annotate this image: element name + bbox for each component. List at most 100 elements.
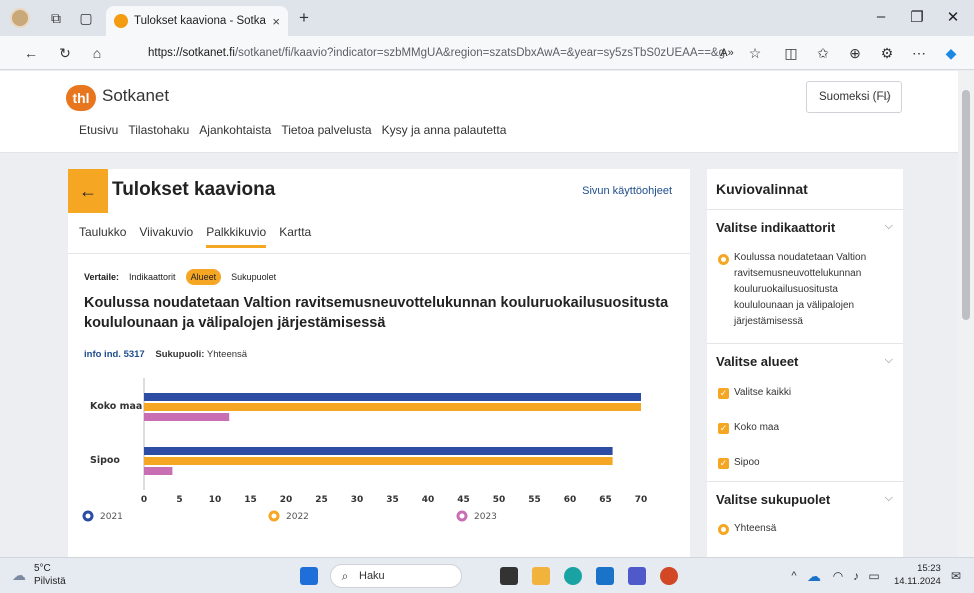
notification-icon[interactable]: ✉ (948, 566, 964, 586)
new-tab-button[interactable]: + (294, 8, 314, 28)
favorites-icon[interactable]: ✩ (812, 43, 834, 63)
wifi-icon[interactable]: ◠ (830, 566, 846, 586)
favorite-star-icon[interactable]: ☆ (744, 43, 766, 63)
windows-start-icon[interactable] (300, 567, 318, 585)
show-hidden-icons[interactable]: ^ (786, 566, 802, 586)
chevron-down-icon[interactable]: ⌵ (885, 220, 893, 233)
weather-temp: 5°C (34, 563, 51, 574)
tab-actions-icon[interactable]: ▢ (76, 8, 96, 28)
indicator-radio[interactable] (718, 254, 729, 265)
chevron-down-icon[interactable]: ⌵ (885, 354, 893, 367)
regions-head[interactable]: Valitse alueet (716, 354, 798, 369)
x-tick-label: 60 (564, 495, 577, 505)
tabs-divider (68, 253, 690, 254)
search-icon: ⌕ (341, 569, 349, 583)
weather-widget[interactable]: 5°C Pilvistä (34, 562, 66, 588)
more-menu-icon[interactable]: ⋯ (908, 43, 930, 63)
sipoo-checkbox[interactable]: ✓ (718, 458, 729, 469)
windows-taskbar: ☁ 5°C Pilvistä Haku ⌕ ^ ☁ ◠ ♪ ▭ 15:23 14… (0, 557, 974, 593)
compare-label: Vertaile: (84, 272, 120, 282)
compare-sukupuolet[interactable]: Sukupuolet (231, 272, 276, 282)
site-header: thl Sotkanet Suomeksi (FI) ⌵ Etusivu Til… (0, 71, 958, 153)
onedrive-icon[interactable]: ☁ (806, 566, 822, 586)
tab-viivakuvio[interactable]: Viivakuvio (139, 225, 193, 248)
view-tabs: Taulukko Viivakuvio Palkkikuvio Kartta (79, 225, 311, 248)
compare-indikaattorit[interactable]: Indikaattorit (129, 272, 176, 282)
url-field[interactable]: https://sotkanet.fi/sotkanet/fi/kaavio?i… (124, 41, 728, 65)
battery-icon[interactable]: ▭ (866, 566, 882, 586)
nav-kysy-palautetta[interactable]: Kysy ja anna palautetta (382, 123, 507, 137)
region-option-koko-maa[interactable]: Koko maa (734, 420, 779, 436)
thl-logo[interactable]: thl (66, 85, 96, 111)
task-view-icon[interactable] (500, 567, 518, 585)
tab-taulukko[interactable]: Taulukko (79, 225, 126, 248)
minimize-icon[interactable]: – (866, 8, 896, 25)
legend-marker-2023 (456, 510, 468, 522)
browser-tab[interactable]: Tulokset kaaviona - Sotkanet.fi, T × (106, 6, 288, 36)
refresh-icon[interactable]: ↻ (54, 43, 76, 63)
tab-palkkikuvio[interactable]: Palkkikuvio (206, 225, 267, 248)
back-button[interactable]: ← (68, 169, 108, 213)
select-all-checkbox[interactable]: ✓ (718, 388, 729, 399)
legend-label-2022: 2022 (286, 512, 309, 522)
powerpoint-icon[interactable] (660, 567, 678, 585)
read-aloud-icon[interactable]: A» (716, 43, 738, 63)
bar-chart: Koko maa Sipoo 0 5 10 15 20 25 30 35 40 45 50 55 60 65 7… (82, 378, 647, 522)
indicator-line: Koulussa noudatetaan Valtion (734, 252, 867, 263)
region-option-all[interactable]: Valitse kaikki (734, 385, 791, 401)
help-link[interactable]: Sivun käyttöohjeet (582, 185, 672, 197)
nav-tietoa-palvelusta[interactable]: Tietoa palvelusta (281, 123, 371, 137)
browser-tab-bar: ⧉ ▢ Tulokset kaaviona - Sotkanet.fi, T ×… (0, 0, 974, 36)
nav-etusivu[interactable]: Etusivu (79, 123, 118, 137)
cloud-icon: ☁ (12, 567, 26, 583)
nav-tilastohaku[interactable]: Tilastohaku (128, 123, 189, 137)
indicator-label[interactable]: Koulussa noudatetaan Valtion ravitsemusn… (734, 250, 866, 330)
thl-favicon-icon (114, 14, 128, 28)
koko-maa-checkbox[interactable]: ✓ (718, 423, 729, 434)
main-nav: Etusivu Tilastohaku Ajankohtaista Tietoa… (79, 123, 506, 137)
split-screen-icon[interactable]: ◫ (780, 43, 802, 63)
region-option-sipoo[interactable]: Sipoo (734, 455, 760, 471)
legend-label-2021: 2021 (100, 512, 123, 522)
page-title: Tulokset kaaviona (112, 179, 276, 200)
volume-icon[interactable]: ♪ (848, 566, 864, 586)
indicator-line: koululounaan ja välipalojen (734, 300, 855, 311)
workspaces-icon[interactable]: ⧉ (46, 8, 66, 28)
scrollbar-thumb[interactable] (962, 90, 970, 320)
nav-ajankohtaista[interactable]: Ajankohtaista (199, 123, 271, 137)
search-placeholder: Haku (359, 570, 385, 582)
x-tick-label: 50 (493, 495, 506, 505)
legend-label-2023: 2023 (474, 512, 497, 522)
gender-option-yhteensa[interactable]: Yhteensä (734, 521, 776, 537)
indicator-line: kouluruokailusuositusta (734, 284, 838, 295)
gender-radio[interactable] (718, 524, 729, 535)
teams-icon[interactable] (628, 567, 646, 585)
url-path: /sotkanet/fi/kaavio?indicator=szbMMgUA&r… (234, 47, 728, 59)
restore-icon[interactable]: ❐ (902, 8, 932, 26)
copilot-icon[interactable]: ◆ (940, 43, 962, 63)
extension-icon[interactable]: ⚙ (876, 43, 898, 63)
legend-marker-2021 (82, 510, 94, 522)
taskbar-clock[interactable]: 15:23 14.11.2024 (894, 562, 941, 588)
x-tick-label: 0 (141, 495, 147, 505)
web-page: thl Sotkanet Suomeksi (FI) ⌵ Etusivu Til… (0, 71, 958, 557)
info-ind-link[interactable]: info ind. 5317 (84, 349, 145, 360)
outlook-icon[interactable] (596, 567, 614, 585)
file-explorer-icon[interactable] (532, 567, 550, 585)
language-select[interactable]: Suomeksi (FI) ⌵ (806, 81, 902, 113)
profile-avatar[interactable] (10, 8, 30, 28)
tab-close-icon[interactable]: × (272, 14, 280, 29)
category-label: Koko maa (90, 401, 142, 412)
close-window-icon[interactable]: ✕ (938, 8, 968, 26)
compare-alueet[interactable]: Alueet (185, 269, 222, 285)
back-icon[interactable]: ← (20, 43, 42, 63)
genders-head[interactable]: Valitse sukupuolet (716, 492, 830, 507)
home-icon[interactable]: ⌂ (86, 43, 108, 63)
chevron-down-icon[interactable]: ⌵ (885, 492, 893, 505)
edge-icon[interactable] (564, 567, 582, 585)
indicators-head[interactable]: Valitse indikaattorit (716, 220, 835, 235)
site-brand-name[interactable]: Sotkanet (102, 86, 169, 106)
tab-kartta[interactable]: Kartta (279, 225, 311, 248)
collections-icon[interactable]: ⊕ (844, 43, 866, 63)
clock-date: 14.11.2024 (894, 576, 941, 587)
